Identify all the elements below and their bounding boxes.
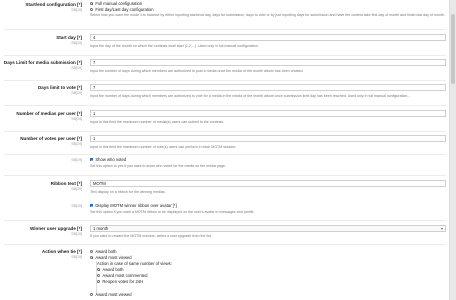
- startend-help: Select how you want the mode 1 to balanc…: [90, 13, 445, 17]
- option-label: Award both: [102, 267, 124, 272]
- radio-icon[interactable]: [90, 292, 94, 297]
- winner-upgrade-sublabel: SB[19]: [71, 232, 82, 236]
- medias-per-user-input[interactable]: 1: [90, 110, 446, 117]
- radio-icon[interactable]: [97, 273, 101, 278]
- option-label: Full manual configuration: [95, 1, 143, 6]
- startend-option-firstlast[interactable]: First day/Last day configuration: [90, 7, 154, 12]
- vote-limit-label: Days limit to vote [*]: [37, 85, 82, 90]
- radio-icon[interactable]: [90, 249, 94, 254]
- vote-limit-sublabel: SB[19]: [71, 91, 82, 95]
- start-day-label: Start day [*]: [56, 35, 82, 40]
- ribbon-text-sublabel: SB[19]: [71, 187, 82, 191]
- option-label: Award most commented: [102, 273, 148, 278]
- tie-suboption-both[interactable]: Award both: [97, 267, 124, 272]
- display-ribbon-sublabel: SB[19]: [71, 204, 82, 208]
- display-ribbon-help: Set this option if you want a MOTM ribbo…: [90, 210, 255, 214]
- votes-per-user-help: Input in this field the maximum number o…: [90, 145, 237, 149]
- ribbon-text-label: Ribbon text [*]: [50, 181, 82, 186]
- option-label: First day/Last day configuration: [95, 7, 154, 12]
- action-tie-option-viewed[interactable]: Award most viewed: [90, 255, 132, 260]
- winner-upgrade-select[interactable]: 1 month ▾: [90, 225, 446, 232]
- start-day-input[interactable]: 4: [90, 34, 446, 41]
- ribbon-text-help: Text display on a ribbon for the winning…: [90, 190, 166, 194]
- checkbox-label: Show who voted: [95, 157, 127, 162]
- option-label: Award most viewed: [95, 292, 132, 297]
- options-page: Start/end configuration [*] SB[19] Full …: [0, 0, 450, 300]
- ribbon-text-input[interactable]: MOTM: [90, 180, 446, 187]
- votes-per-user-input[interactable]: 1: [90, 135, 446, 142]
- checkbox-icon[interactable]: [90, 203, 94, 208]
- vertical-scrollbar[interactable]: [449, 0, 456, 300]
- display-ribbon-checkbox[interactable]: Display MOTM winner ribbon over avatar […: [90, 203, 177, 208]
- startend-option-full[interactable]: Full manual configuration: [90, 1, 142, 6]
- divider: [4, 55, 446, 56]
- divider: [4, 220, 446, 221]
- media-limit-label: Days Limit for media submission [*]: [3, 60, 82, 65]
- divider: [4, 154, 446, 155]
- startend-sublabel: SB[19]: [71, 8, 82, 12]
- action-tie-label: Action when tie [*]: [41, 249, 82, 254]
- vote-limit-help: Input the number of days during which me…: [90, 94, 411, 98]
- media-limit-sublabel: SB[19]: [71, 66, 82, 70]
- radio-icon[interactable]: [90, 7, 94, 12]
- divider: [4, 29, 446, 30]
- option-label: Award both: [95, 249, 117, 254]
- medias-per-user-sublabel: SB[19]: [71, 117, 82, 121]
- chevron-down-icon: ▾: [440, 226, 443, 231]
- votes-per-user-label: Number of votes per user [*]: [20, 136, 82, 141]
- medias-per-user-label: Number of medias per user [*]: [16, 111, 82, 116]
- radio-icon[interactable]: [90, 255, 94, 260]
- divider: [4, 80, 446, 81]
- divider: [4, 131, 446, 132]
- tie-subheading: Action in case of same number of views:: [97, 261, 172, 266]
- radio-icon[interactable]: [90, 1, 94, 6]
- action-tie-sublabel: SB[19]: [71, 255, 82, 259]
- divider: [4, 244, 446, 245]
- tie-subsection: Action in case of same number of views: …: [96, 261, 447, 295]
- medias-per-user-help: Input in this field the maximum number o…: [90, 120, 225, 124]
- option-label: Award most viewed: [95, 255, 132, 260]
- show-voted-checkbox[interactable]: Show who voted: [90, 157, 126, 162]
- checkbox-icon[interactable]: [90, 157, 94, 162]
- media-limit-input[interactable]: 7: [90, 59, 446, 66]
- divider: [4, 105, 446, 106]
- media-limit-help: Input the number of days during which me…: [90, 69, 304, 73]
- select-value: 1 month: [93, 226, 109, 231]
- show-voted-sublabel: SB[19]: [71, 158, 82, 162]
- tie-suboption-commented[interactable]: Award most commented: [97, 273, 147, 278]
- winner-upgrade-label: Winner user upgrade [*]: [29, 226, 82, 231]
- winner-upgrade-help: If you want to reward the MOTM winners, …: [90, 234, 212, 238]
- radio-icon[interactable]: [97, 267, 101, 272]
- votes-per-user-sublabel: SB[19]: [71, 142, 82, 146]
- startend-label: Start/end configuration [*]: [25, 2, 82, 7]
- start-day-sublabel: SB[19]: [71, 41, 82, 45]
- checkbox-label: Display MOTM winner ribbon over avatar […: [95, 203, 177, 208]
- vote-limit-input[interactable]: 7: [90, 84, 446, 91]
- scrollbar-thumb[interactable]: [451, 14, 455, 84]
- action-tie-option-last[interactable]: Award most viewed: [90, 292, 132, 297]
- show-voted-help: Set this option to yes if you want to sh…: [90, 164, 227, 168]
- action-tie-option-both[interactable]: Award both: [90, 249, 117, 254]
- radio-icon[interactable]: [97, 279, 101, 284]
- tie-suboption-reopen[interactable]: Reopen votes for 24H: [97, 279, 143, 284]
- option-label: Reopen votes for 24H: [102, 279, 144, 284]
- divider: [4, 175, 446, 176]
- start-day-help: Input the day of the month on which the …: [90, 44, 259, 48]
